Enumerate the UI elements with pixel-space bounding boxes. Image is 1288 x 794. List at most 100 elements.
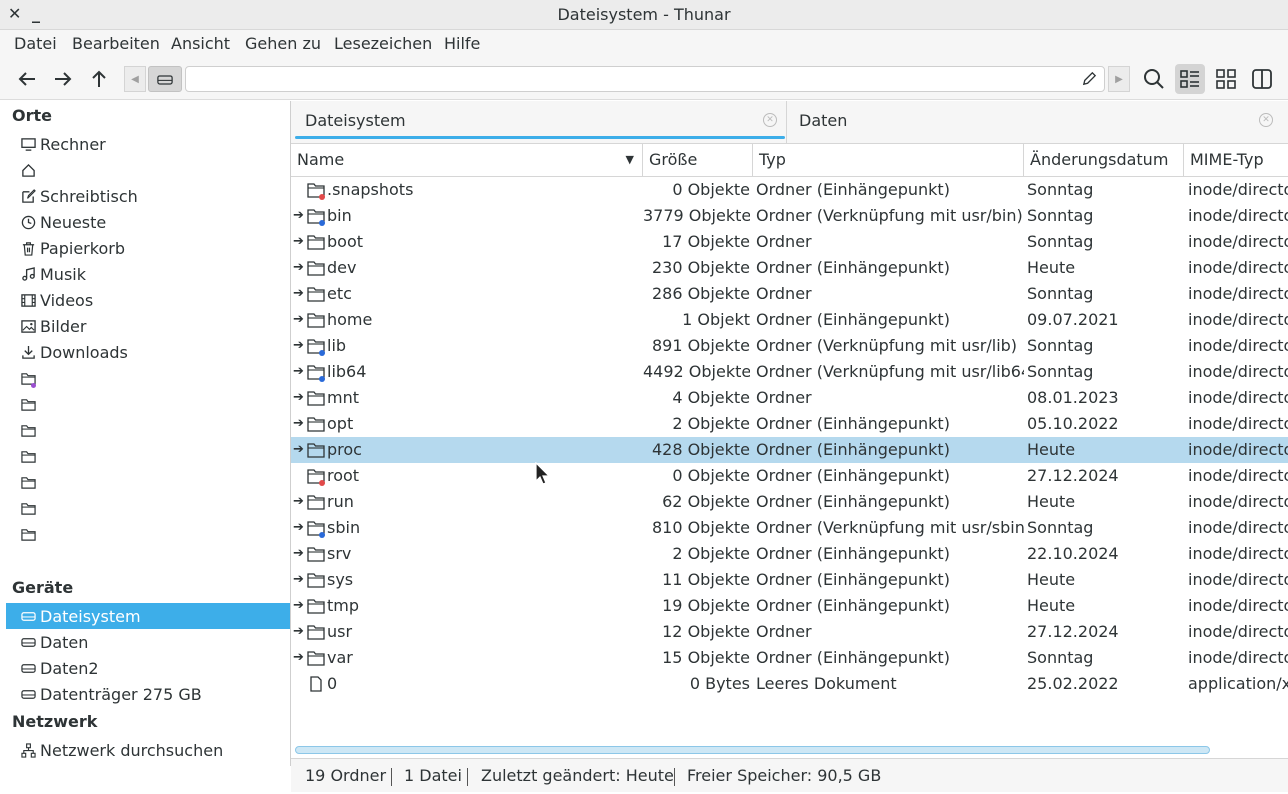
table-row[interactable]: ➔ usr 12 Objekte Ordner 27.12.2024 inode/dire… (291, 619, 1288, 645)
sidebar-item-folder-13[interactable] (6, 469, 290, 495)
column-date[interactable]: Änderungsdatum (1024, 144, 1184, 176)
table-row[interactable]: ➔ lib 891 Objekte Ordner (Verknüpfung mit u… (291, 333, 1288, 359)
table-row[interactable]: ➔ proc 428 Objekte Ordner (Einhängepunkt) He… (291, 437, 1288, 463)
column-mime[interactable]: MIME-Typ (1184, 144, 1288, 176)
table-row[interactable]: ➔ dev 230 Objekte Ordner (Einhängepunkt) Heu… (291, 255, 1288, 281)
window-title: Dateisystem - Thunar (557, 5, 731, 24)
menu-hilfe[interactable]: Hilfe (444, 34, 480, 54)
sidebar-item-folder-12[interactable] (6, 443, 290, 469)
sidebar-item-netzwerk-durchsuchen[interactable]: Netzwerk durchsuchen (6, 737, 290, 763)
expand-arrow-icon[interactable]: ➔ (293, 281, 304, 307)
cell-size: 62 Objekte (662, 492, 750, 511)
drive-icon (20, 608, 36, 624)
table-row[interactable]: ➔ sys 11 Objekte Ordner (Einhängepunkt) Heut… (291, 567, 1288, 593)
expand-arrow-icon[interactable]: ➔ (293, 541, 304, 567)
sidebar-item-home[interactable] (6, 157, 290, 183)
table-row[interactable]: ➔ opt 2 Objekte Ordner (Einhängepunkt) 05.10… (291, 411, 1288, 437)
locked-badge-icon (319, 480, 325, 486)
table-row[interactable]: ➔ tmp 19 Objekte Ordner (Einhängepunkt) Heut… (291, 593, 1288, 619)
expand-arrow-icon[interactable]: ➔ (293, 619, 304, 645)
close-tab-icon[interactable]: ✕ (1259, 113, 1273, 127)
table-row[interactable]: 0 0 Bytes Leeres Dokument 25.02.2022 applica… (291, 671, 1288, 697)
table-row[interactable]: ➔ lib64 4492 Objekte Ordner (Verknüpfung mi… (291, 359, 1288, 385)
table-row[interactable]: ➔ sbin 810 Objekte Ordner (Verknüpfung mit … (291, 515, 1288, 541)
expand-arrow-icon[interactable]: ➔ (293, 385, 304, 411)
expand-arrow-icon[interactable]: ➔ (293, 437, 304, 463)
cell-mime: inode/directory (1188, 284, 1288, 303)
sidebar-item-datenträger-275-gb[interactable]: Datenträger 275 GB (6, 681, 290, 707)
edit-pencil-icon[interactable] (1081, 70, 1098, 91)
computer-icon (20, 136, 36, 152)
sidebar-item-label: Downloads (40, 342, 128, 362)
table-row[interactable]: ➔ run 62 Objekte Ordner (Einhängepunkt) Heut… (291, 489, 1288, 515)
cell-size: 17 Objekte (662, 232, 750, 251)
sidebar-item-videos[interactable]: Videos (6, 287, 290, 313)
expand-arrow-icon[interactable]: ➔ (293, 359, 304, 385)
table-row[interactable]: ➔ boot 17 Objekte Ordner Sonntag inode/direct… (291, 229, 1288, 255)
sidebar-item-rechner[interactable]: Rechner (6, 131, 290, 157)
sidebar-item-dateisystem[interactable]: Dateisystem (6, 603, 290, 629)
menu-lesezeichen[interactable]: Lesezeichen (334, 34, 432, 54)
expand-arrow-icon[interactable]: ➔ (293, 307, 304, 333)
table-row[interactable]: ➔ srv 2 Objekte Ordner (Einhängepunkt) 22.10… (291, 541, 1288, 567)
sidebar-item-daten[interactable]: Daten (6, 629, 290, 655)
sidebar-item-schreibtisch[interactable]: Schreibtisch (6, 183, 290, 209)
sidebar-item-folder-9[interactable] (6, 365, 290, 391)
column-name[interactable]: Name ▼ (291, 144, 643, 176)
close-tab-icon[interactable]: ✕ (763, 113, 777, 127)
sidebar-item-folder-10[interactable] (6, 391, 290, 417)
menu-gehen-zu[interactable]: Gehen zu (245, 34, 321, 54)
expand-arrow-icon[interactable]: ➔ (293, 645, 304, 671)
tab-daten[interactable]: Daten ✕ (787, 101, 1287, 143)
sidebar-item-musik[interactable]: Musik (6, 261, 290, 287)
expand-arrow-icon[interactable]: ➔ (293, 593, 304, 619)
horizontal-scrollbar[interactable] (295, 746, 1210, 754)
drive-icon[interactable] (148, 66, 182, 92)
up-arrow-icon[interactable] (86, 66, 112, 92)
details-view-icon[interactable] (1175, 64, 1205, 94)
expand-arrow-icon[interactable]: ➔ (293, 255, 304, 281)
icon-view-icon[interactable] (1213, 66, 1239, 92)
path-scroll-left-icon[interactable]: ◀ (124, 66, 146, 92)
expand-arrow-icon[interactable]: ➔ (293, 515, 304, 541)
folder-icon (307, 651, 325, 666)
sidebar-item-folder-14[interactable] (6, 495, 290, 521)
sidebar-item-folder-15[interactable] (6, 521, 290, 547)
folder-icon (307, 547, 325, 562)
cell-date: Heute (1027, 440, 1076, 459)
sidebar-item-papierkorb[interactable]: Papierkorb (6, 235, 290, 261)
sidebar-item-downloads[interactable]: Downloads (6, 339, 290, 365)
column-date-label: Änderungsdatum (1030, 150, 1169, 169)
tab-dateisystem[interactable]: Dateisystem ✕ (293, 101, 785, 143)
sidebar-item-folder-11[interactable] (6, 417, 290, 443)
table-row[interactable]: ➔ bin 3779 Objekte Ordner (Verknüpfung mit … (291, 203, 1288, 229)
path-scroll-right-icon[interactable]: ▶ (1108, 66, 1130, 92)
split-view-icon[interactable] (1249, 66, 1275, 92)
expand-arrow-icon[interactable]: ➔ (293, 489, 304, 515)
table-row[interactable]: ➔ var 15 Objekte Ordner (Einhängepunkt) Sonn… (291, 645, 1288, 671)
forward-arrow-icon[interactable] (50, 66, 76, 92)
drive-icon (20, 660, 36, 676)
expand-arrow-icon[interactable]: ➔ (293, 333, 304, 359)
expand-arrow-icon[interactable]: ➔ (293, 411, 304, 437)
menu-bearbeiten[interactable]: Bearbeiten (72, 34, 160, 54)
table-row[interactable]: ➔ mnt 4 Objekte Ordner 08.01.2023 inode/direc… (291, 385, 1288, 411)
column-size[interactable]: Größe (643, 144, 753, 176)
menu-datei[interactable]: Datei (14, 34, 57, 54)
table-row[interactable]: ➔ home 1 Objekt Ordner (Einhängepunkt) 09.07… (291, 307, 1288, 333)
column-type[interactable]: Typ (753, 144, 1024, 176)
location-bar[interactable] (185, 66, 1105, 92)
expand-arrow-icon[interactable]: ➔ (293, 567, 304, 593)
table-row[interactable]: ➔ etc 286 Objekte Ordner Sonntag inode/direct… (291, 281, 1288, 307)
sidebar-item-neueste[interactable]: Neueste (6, 209, 290, 235)
table-row[interactable]: root 0 Objekte Ordner (Einhängepunkt) 27.12… (291, 463, 1288, 489)
expand-arrow-icon[interactable]: ➔ (293, 203, 304, 229)
sidebar-item-bilder[interactable]: Bilder (6, 313, 290, 339)
search-icon[interactable] (1141, 66, 1167, 92)
tab-label: Dateisystem (305, 111, 406, 130)
back-arrow-icon[interactable] (14, 66, 40, 92)
menu-ansicht[interactable]: Ansicht (171, 34, 230, 54)
table-row[interactable]: .snapshots 0 Objekte Ordner (Einhängepunkt… (291, 177, 1288, 203)
expand-arrow-icon[interactable]: ➔ (293, 229, 304, 255)
sidebar-item-daten2[interactable]: Daten2 (6, 655, 290, 681)
